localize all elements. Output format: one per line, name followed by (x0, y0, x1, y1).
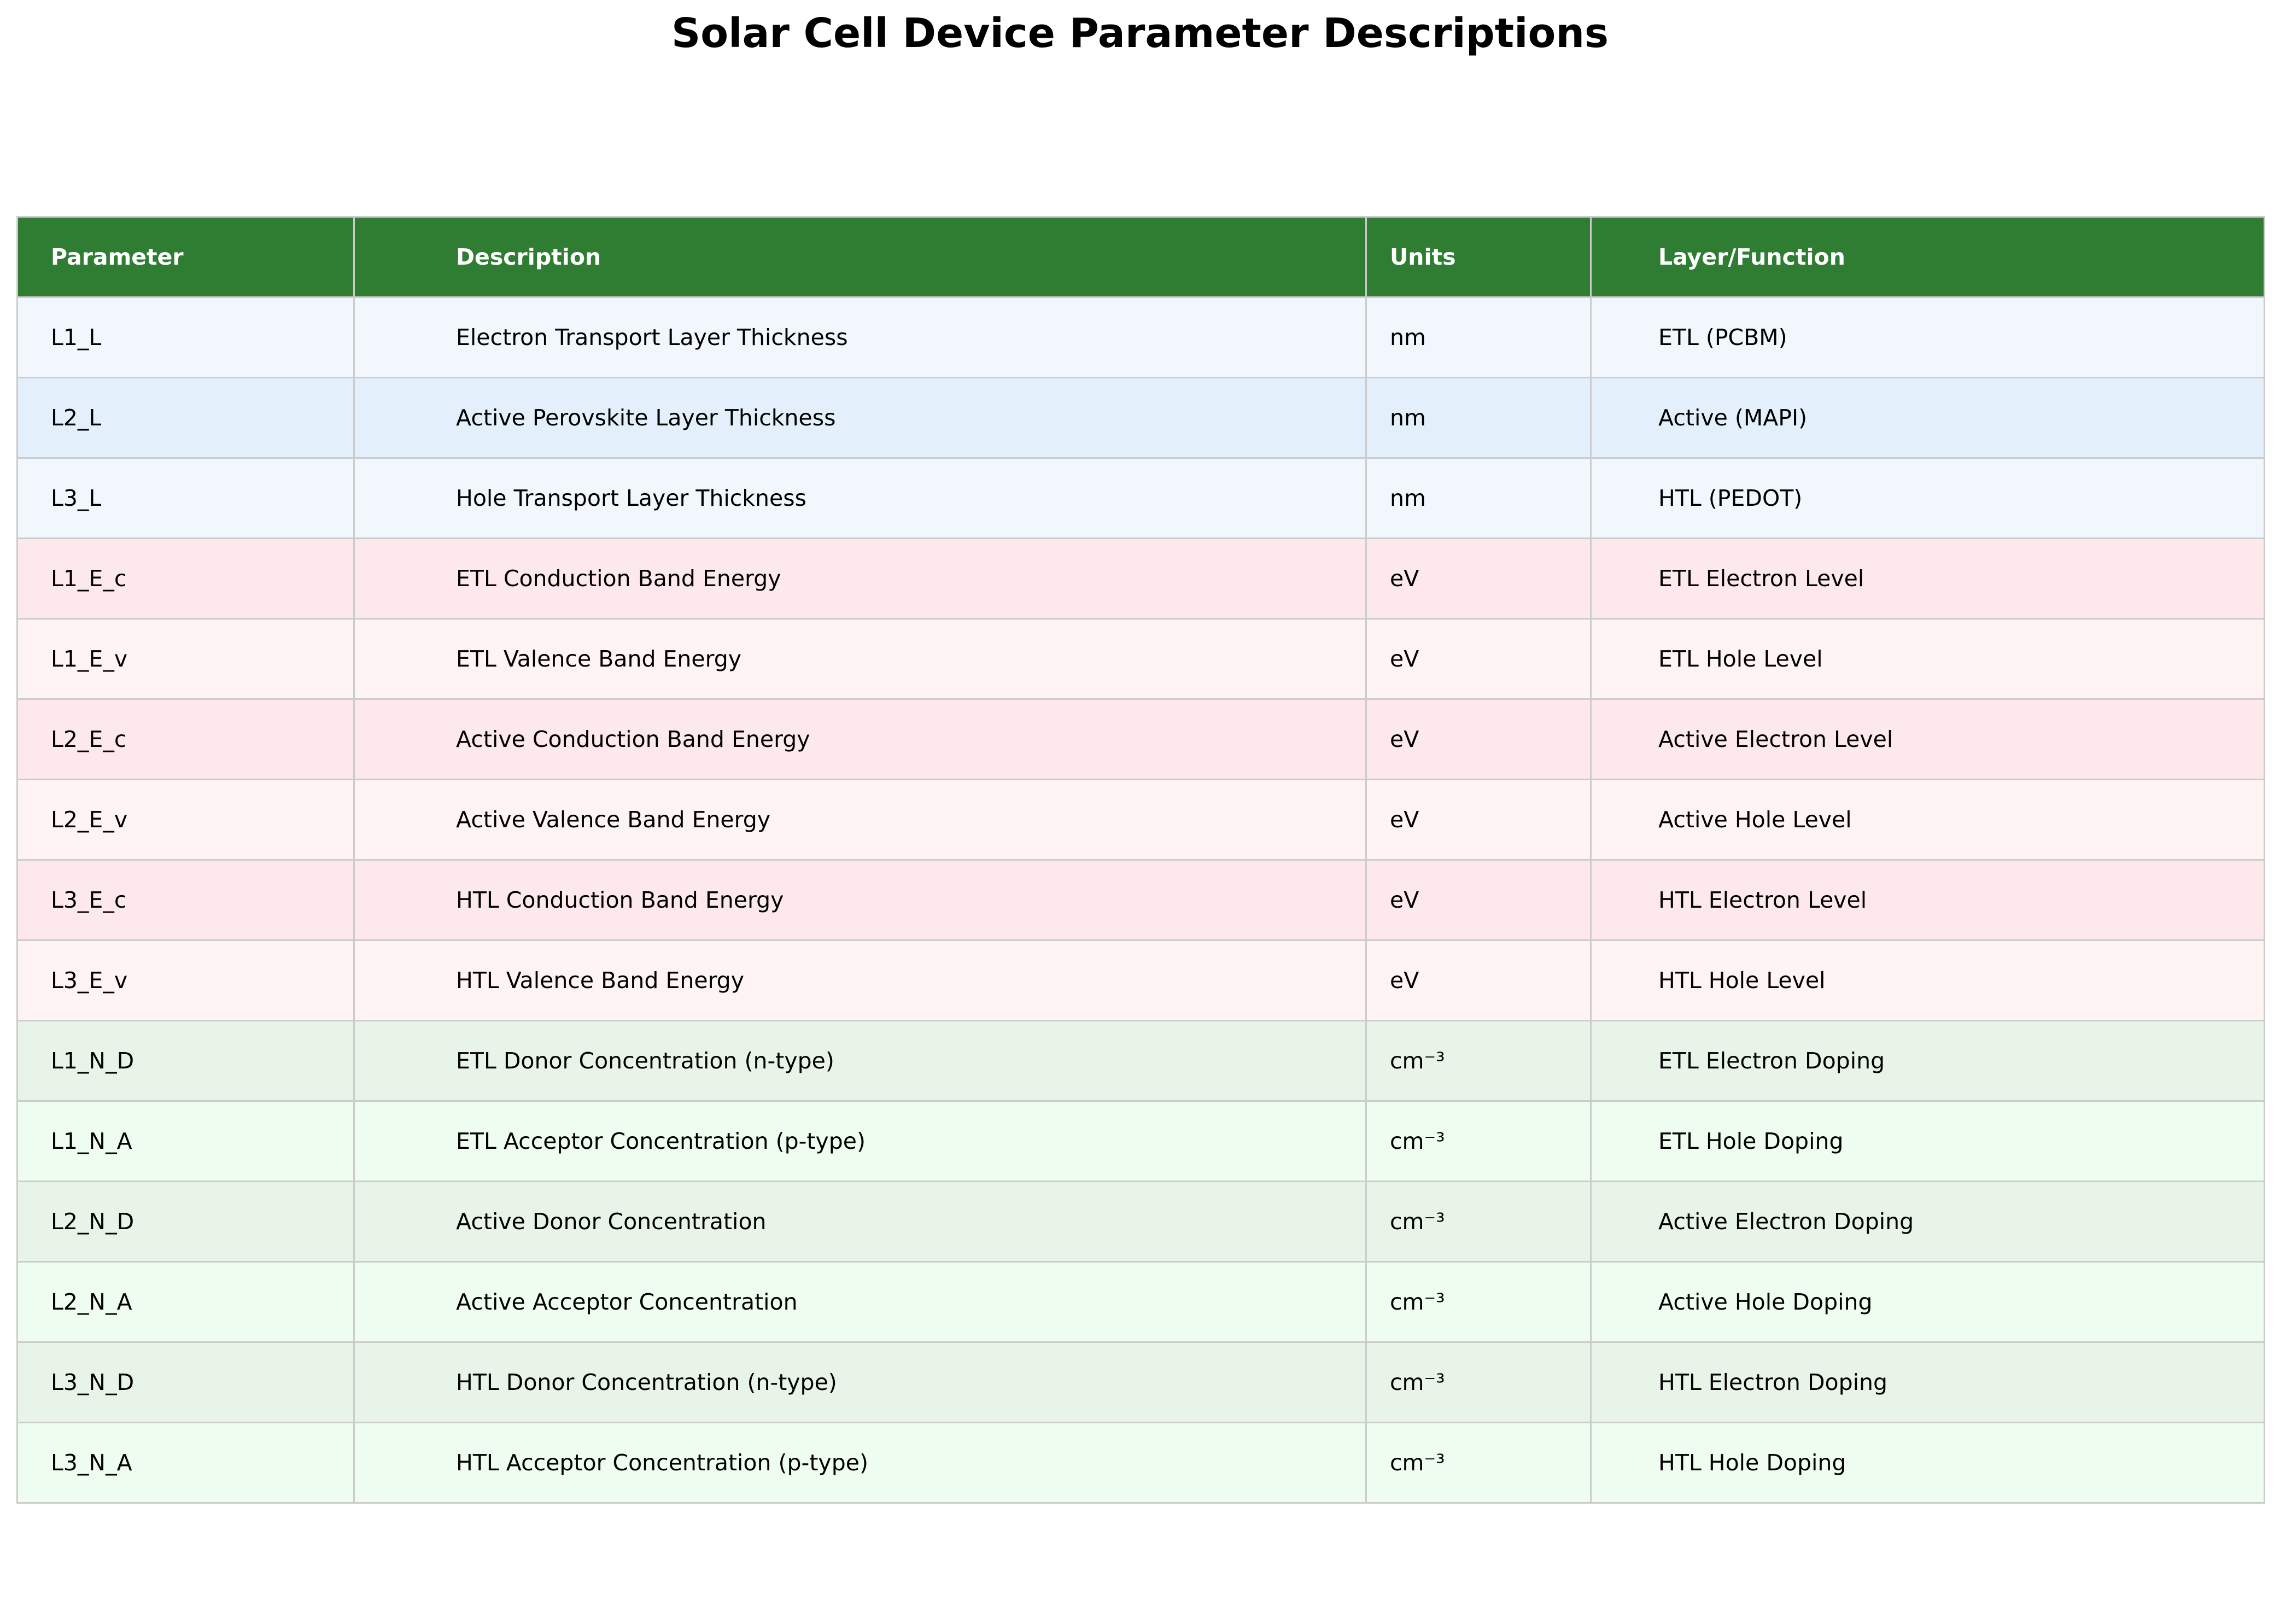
units-cell: nm (1365, 457, 1592, 539)
units-cell: cm⁻³ (1365, 1422, 1592, 1504)
chart-title: Solar Cell Device Parameter Descriptions (671, 10, 1609, 57)
table-row: L3_E_c HTL Conduction Band Energy eV HTL El… (16, 859, 2265, 941)
table-row: L1_N_A ETL Acceptor Concentration (p-type… (16, 1100, 2265, 1182)
layer-function-cell: ETL Electron Level (1590, 538, 2265, 620)
units-cell: cm⁻³ (1365, 1181, 1592, 1263)
units-cell: eV (1365, 859, 1592, 941)
layer-function-cell: ETL Hole Doping (1590, 1100, 2265, 1182)
layer-function-cell: Active (MAPI) (1590, 377, 2265, 459)
description-cell: ETL Conduction Band Energy (353, 538, 1367, 620)
layer-function-cell: Active Hole Doping (1590, 1261, 2265, 1343)
table-row: L3_L Hole Transport Layer Thickness nm HTL … (16, 457, 2265, 539)
layer-function-cell: HTL Electron Doping (1590, 1341, 2265, 1423)
column-header-units: Units (1365, 216, 1592, 298)
units-cell: eV (1365, 538, 1592, 620)
parameter-cell: L1_N_D (16, 1020, 355, 1102)
parameter-cell: L3_E_c (16, 859, 355, 941)
table-row: L2_L Active Perovskite Layer Thickness nm A… (16, 377, 2265, 459)
units-cell: nm (1365, 296, 1592, 378)
parameter-cell: L3_L (16, 457, 355, 539)
description-cell: Active Acceptor Concentration (353, 1261, 1367, 1343)
table-row: L1_L Electron Transport Layer Thickness nm… (16, 296, 2265, 378)
parameter-cell: L2_N_D (16, 1181, 355, 1263)
table-row: L1_E_v ETL Valence Band Energy eV ETL Hole … (16, 618, 2265, 700)
units-cell: eV (1365, 779, 1592, 861)
parameter-cell: L1_E_c (16, 538, 355, 620)
parameter-cell: L3_N_A (16, 1422, 355, 1504)
description-cell: Active Conduction Band Energy (353, 698, 1367, 780)
description-cell: HTL Acceptor Concentration (p-type) (353, 1422, 1367, 1504)
table-row: L3_N_A HTL Acceptor Concentration (p-type… (16, 1422, 2265, 1504)
table-row: L2_E_v Active Valence Band Energy eV Active… (16, 779, 2265, 861)
units-cell: eV (1365, 698, 1592, 780)
table-row: L3_E_v HTL Valence Band Energy eV HTL Hole … (16, 939, 2265, 1021)
parameter-cell: L3_N_D (16, 1341, 355, 1423)
layer-function-cell: ETL Hole Level (1590, 618, 2265, 700)
layer-function-cell: Active Hole Level (1590, 779, 2265, 861)
parameter-cell: L1_E_v (16, 618, 355, 700)
parameter-cell: L2_E_v (16, 779, 355, 861)
layer-function-cell: HTL Hole Doping (1590, 1422, 2265, 1504)
column-header-description: Description (353, 216, 1367, 298)
table-row: L1_N_D ETL Donor Concentration (n-type) cm… (16, 1020, 2265, 1102)
table-row: L2_E_c Active Conduction Band Energy eV Act… (16, 698, 2265, 780)
units-cell: eV (1365, 939, 1592, 1021)
layer-function-cell: HTL Hole Level (1590, 939, 2265, 1021)
table-row: L2_N_A Active Acceptor Concentration cm⁻³ A… (16, 1261, 2265, 1343)
table-body: L1_L Electron Transport Layer Thickness nm… (16, 296, 2265, 1504)
parameter-cell: L1_L (16, 296, 355, 378)
parameter-cell: L2_E_c (16, 698, 355, 780)
units-cell: cm⁻³ (1365, 1100, 1592, 1182)
description-cell: Hole Transport Layer Thickness (353, 457, 1367, 539)
description-cell: Electron Transport Layer Thickness (353, 296, 1367, 378)
layer-function-cell: HTL Electron Level (1590, 859, 2265, 941)
units-cell: eV (1365, 618, 1592, 700)
description-cell: Active Donor Concentration (353, 1181, 1367, 1263)
units-cell: cm⁻³ (1365, 1020, 1592, 1102)
units-cell: nm (1365, 377, 1592, 459)
units-cell: cm⁻³ (1365, 1261, 1592, 1343)
parameter-cell: L1_N_A (16, 1100, 355, 1182)
description-cell: ETL Donor Concentration (n-type) (353, 1020, 1367, 1102)
layer-function-cell: ETL Electron Doping (1590, 1020, 2265, 1102)
column-header-parameter: Parameter (16, 216, 355, 298)
table-row: L3_N_D HTL Donor Concentration (n-type) cm… (16, 1341, 2265, 1423)
description-cell: HTL Conduction Band Energy (353, 859, 1367, 941)
layer-function-cell: ETL (PCBM) (1590, 296, 2265, 378)
column-header-layer-function: Layer/Function (1590, 216, 2265, 298)
layer-function-cell: Active Electron Level (1590, 698, 2265, 780)
description-cell: HTL Valence Band Energy (353, 939, 1367, 1021)
description-cell: ETL Valence Band Energy (353, 618, 1367, 700)
parameter-table: Parameter Description Units Layer/Functi… (16, 216, 2265, 1504)
table-row: L2_N_D Active Donor Concentration cm⁻³ Acti… (16, 1181, 2265, 1263)
units-cell: cm⁻³ (1365, 1341, 1592, 1423)
layer-function-cell: Active Electron Doping (1590, 1181, 2265, 1263)
parameter-cell: L2_L (16, 377, 355, 459)
layer-function-cell: HTL (PEDOT) (1590, 457, 2265, 539)
description-cell: Active Perovskite Layer Thickness (353, 377, 1367, 459)
parameter-cell: L3_E_v (16, 939, 355, 1021)
table-header-row: Parameter Description Units Layer/Functi… (16, 216, 2265, 298)
parameter-cell: L2_N_A (16, 1261, 355, 1343)
description-cell: ETL Acceptor Concentration (p-type) (353, 1100, 1367, 1182)
description-cell: Active Valence Band Energy (353, 779, 1367, 861)
table-row: L1_E_c ETL Conduction Band Energy eV ETL El… (16, 538, 2265, 620)
description-cell: HTL Donor Concentration (n-type) (353, 1341, 1367, 1423)
